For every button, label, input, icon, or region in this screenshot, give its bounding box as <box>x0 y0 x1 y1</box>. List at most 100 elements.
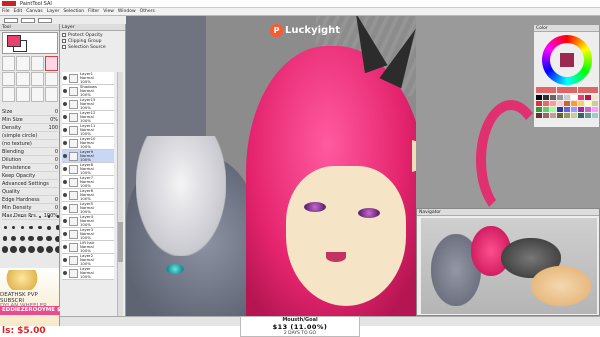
brush-size-preset[interactable] <box>10 223 17 232</box>
color-swatch[interactable] <box>536 113 542 118</box>
color-swatch[interactable] <box>543 113 549 118</box>
color-swatch[interactable] <box>578 101 584 106</box>
stabilizer-field[interactable] <box>38 17 52 23</box>
brush-setting-row[interactable]: Min Density 0 <box>2 204 58 212</box>
brush-setting-row[interactable]: Advanced Settings <box>2 180 58 188</box>
visibility-eye-icon[interactable] <box>63 89 67 93</box>
zoom-field[interactable] <box>4 17 18 23</box>
brush-size-preset[interactable] <box>10 212 17 221</box>
color-swatch[interactable] <box>543 95 549 100</box>
color-swatch[interactable] <box>550 95 556 100</box>
drawing-canvas[interactable]: P Luckyight <box>126 16 416 316</box>
visibility-eye-icon[interactable] <box>63 258 67 262</box>
checkbox[interactable] <box>62 39 66 43</box>
visibility-eye-icon[interactable] <box>63 76 67 80</box>
color-swatch[interactable] <box>543 107 549 112</box>
color-swatch[interactable] <box>536 107 542 112</box>
visibility-eye-icon[interactable] <box>63 271 67 275</box>
color-swatch[interactable] <box>571 95 577 100</box>
menu-item-layer[interactable]: Layer <box>47 9 60 14</box>
visibility-eye-icon[interactable] <box>63 128 67 132</box>
color-swatch[interactable] <box>564 101 570 106</box>
brush-size-preset[interactable] <box>18 245 26 254</box>
brush-size-preset[interactable] <box>10 234 17 243</box>
brush-setting-row[interactable]: (no texture) <box>2 140 58 148</box>
select-pen-tool-button[interactable] <box>30 71 44 87</box>
visibility-eye-icon[interactable] <box>63 115 67 119</box>
brush-size-preset[interactable] <box>2 234 8 243</box>
color-swatch[interactable] <box>585 107 591 112</box>
brush-tool-button[interactable] <box>30 56 44 71</box>
hue-wheel[interactable] <box>542 35 592 85</box>
brush-size-preset[interactable] <box>10 245 17 254</box>
brush-size-preset[interactable] <box>2 223 8 232</box>
layer-scrollbar[interactable] <box>117 72 123 322</box>
brush-size-preset[interactable] <box>28 234 35 243</box>
select-eraser-tool-button[interactable] <box>44 71 58 87</box>
layer-scroll-thumb[interactable] <box>118 222 123 262</box>
visibility-eye-icon[interactable] <box>63 102 67 106</box>
visibility-eye-icon[interactable] <box>63 180 67 184</box>
color-swatch[interactable] <box>557 101 563 106</box>
blur-tool-button[interactable] <box>30 87 44 102</box>
menu-item-filter[interactable]: Filter <box>88 9 99 14</box>
menu-item-edit[interactable]: Edit <box>14 9 23 14</box>
brush-setting-row[interactable]: Blending 0 <box>2 148 58 156</box>
brush-setting-row[interactable]: Quality <box>2 188 58 196</box>
brush-size-preset[interactable] <box>19 212 26 221</box>
menu-item-view[interactable]: View <box>103 9 114 14</box>
brush-size-preset[interactable] <box>37 223 44 232</box>
brush-size-preset[interactable] <box>27 245 35 254</box>
brush-size-preset[interactable] <box>45 245 53 254</box>
brush-size-preset[interactable] <box>46 212 53 221</box>
color-swatch[interactable] <box>571 107 577 112</box>
visibility-eye-icon[interactable] <box>63 167 67 171</box>
brush-size-preset[interactable] <box>2 212 8 221</box>
menu-item-window[interactable]: Window <box>118 9 136 14</box>
visibility-eye-icon[interactable] <box>63 193 67 197</box>
visibility-eye-icon[interactable] <box>63 219 67 223</box>
color-swatch[interactable] <box>578 107 584 112</box>
brush-size-preset[interactable] <box>36 245 44 254</box>
pen-tool-button[interactable] <box>2 56 16 71</box>
color-swatch[interactable] <box>585 95 591 100</box>
menu-item-selection[interactable]: Selection <box>63 9 84 14</box>
airbrush-tool-button[interactable] <box>16 56 30 71</box>
visibility-eye-icon[interactable] <box>63 141 67 145</box>
color-swatch[interactable] <box>550 101 556 106</box>
brush-setting-row[interactable]: Keep Opacity <box>2 172 58 180</box>
menu-item-file[interactable]: File <box>2 9 10 14</box>
color-swatch[interactable] <box>571 101 577 106</box>
color-swatch[interactable] <box>536 95 542 100</box>
color-swatch[interactable] <box>536 101 542 106</box>
brush-setting-row[interactable]: Dilution 0 <box>2 156 58 164</box>
color-swatch[interactable] <box>592 101 598 106</box>
color-swatch[interactable] <box>585 113 591 118</box>
brush-size-preset[interactable] <box>28 212 35 221</box>
brush-setting-row[interactable]: (simple circle) <box>2 132 58 140</box>
brush-size-preset[interactable] <box>37 212 44 221</box>
brush-setting-row[interactable]: Min Size 0% <box>2 116 58 124</box>
color-swatch[interactable] <box>564 95 570 100</box>
color-swatch[interactable] <box>557 107 563 112</box>
brush-setting-row[interactable]: Size 0 <box>2 108 58 116</box>
brush-setting-row[interactable]: Persistence 0 <box>2 164 58 172</box>
color-swatch[interactable] <box>550 107 556 112</box>
visibility-eye-icon[interactable] <box>63 154 67 158</box>
checkbox[interactable] <box>62 33 66 37</box>
eraser-tool-button[interactable] <box>16 71 30 87</box>
color-swatch[interactable] <box>585 101 591 106</box>
color-swatch[interactable] <box>557 113 563 118</box>
brush-setting-row[interactable]: Edge Hardness 0 <box>2 196 58 204</box>
binary-pen-tool-button[interactable] <box>16 87 30 102</box>
color-sliders[interactable] <box>536 87 598 93</box>
color-swatch[interactable] <box>550 113 556 118</box>
layer-row[interactable]: Layer Normal 100% <box>62 267 114 280</box>
color-swatch[interactable] <box>571 113 577 118</box>
brush-size-preset[interactable] <box>28 223 35 232</box>
brush-size-preset[interactable] <box>37 234 44 243</box>
color-swatch[interactable] <box>578 95 584 100</box>
brush-size-preset[interactable] <box>46 234 53 243</box>
watercolor-tool-button[interactable] <box>44 56 58 71</box>
visibility-eye-icon[interactable] <box>63 245 67 249</box>
